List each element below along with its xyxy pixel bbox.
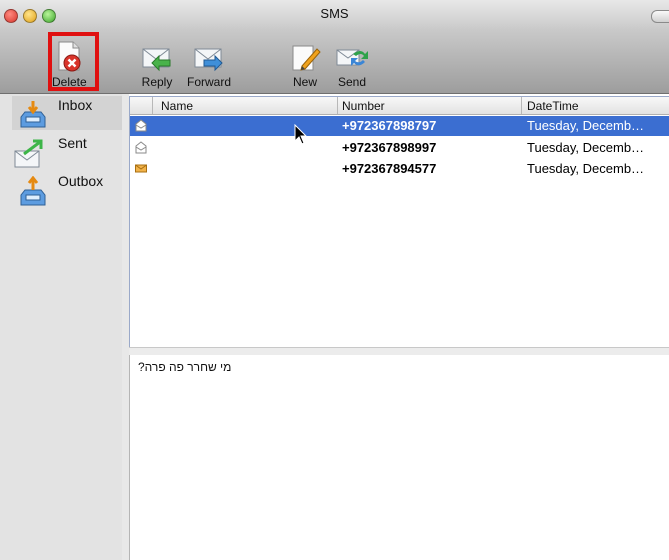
message-preview[interactable]: מי שחרר פה פרה?	[129, 355, 669, 560]
sidebar-splitter[interactable]	[122, 94, 129, 560]
row-number: +972367898797	[342, 118, 437, 133]
sidebar-item-sent[interactable]: Sent	[12, 134, 122, 168]
new-button[interactable]: New	[288, 40, 322, 89]
sidebar-item-label: Outbox	[58, 173, 104, 189]
column-divider[interactable]	[152, 97, 153, 114]
row-datetime: Tuesday, Decemb…	[527, 118, 645, 133]
reply-icon	[140, 40, 174, 74]
toolbar: Delete Reply Forward New Send	[0, 30, 669, 94]
sidebar-item-inbox[interactable]: Inbox	[12, 96, 122, 130]
column-header-number[interactable]: Number	[342, 99, 385, 113]
new-label: New	[292, 75, 317, 89]
mouse-cursor-icon	[294, 124, 308, 145]
message-body: מי שחרר פה פרה?	[138, 360, 232, 374]
row-datetime: Tuesday, Decemb…	[527, 161, 645, 176]
toolbar-toggle-button[interactable]	[651, 10, 669, 23]
outbox-tray-icon	[18, 175, 48, 213]
reply-label: Reply	[141, 75, 173, 89]
send-icon	[335, 40, 369, 74]
table-header: Name Number DateTime	[130, 97, 669, 115]
unread-envelope-icon	[135, 164, 147, 173]
table-row[interactable]: +972367894577 Tuesday, Decemb…	[130, 159, 669, 179]
title-bar: SMS	[0, 0, 669, 30]
delete-highlight-box	[48, 32, 99, 91]
forward-icon	[192, 40, 226, 74]
sent-envelope-icon	[14, 138, 46, 175]
sidebar-item-label: Inbox	[58, 97, 93, 113]
read-envelope-icon	[135, 119, 147, 132]
sidebar-item-label: Sent	[58, 135, 87, 151]
column-header-name[interactable]: Name	[161, 99, 193, 113]
table-row[interactable]: +972367898797 Tuesday, Decemb…	[130, 116, 669, 136]
message-table: Name Number DateTime +972367898797 Tuesd…	[129, 96, 669, 348]
sidebar: Inbox Sent Outbox	[0, 94, 123, 560]
sidebar-item-outbox[interactable]: Outbox	[12, 172, 122, 206]
window-title: SMS	[320, 6, 349, 21]
row-number: +972367898997	[342, 140, 437, 155]
read-envelope-icon	[135, 141, 147, 154]
inbox-tray-icon	[18, 100, 48, 135]
table-row[interactable]: +972367898997 Tuesday, Decemb…	[130, 138, 669, 158]
column-header-datetime[interactable]: DateTime	[527, 99, 579, 113]
row-datetime: Tuesday, Decemb…	[527, 140, 645, 155]
forward-button[interactable]: Forward	[187, 40, 231, 89]
send-button[interactable]: Send	[335, 40, 369, 89]
column-divider[interactable]	[337, 97, 338, 114]
send-label: Send	[337, 75, 367, 89]
row-number: +972367894577	[342, 161, 437, 176]
column-divider[interactable]	[521, 97, 522, 114]
reply-button[interactable]: Reply	[140, 40, 174, 89]
forward-label: Forward	[187, 75, 232, 89]
new-message-icon	[288, 40, 322, 74]
